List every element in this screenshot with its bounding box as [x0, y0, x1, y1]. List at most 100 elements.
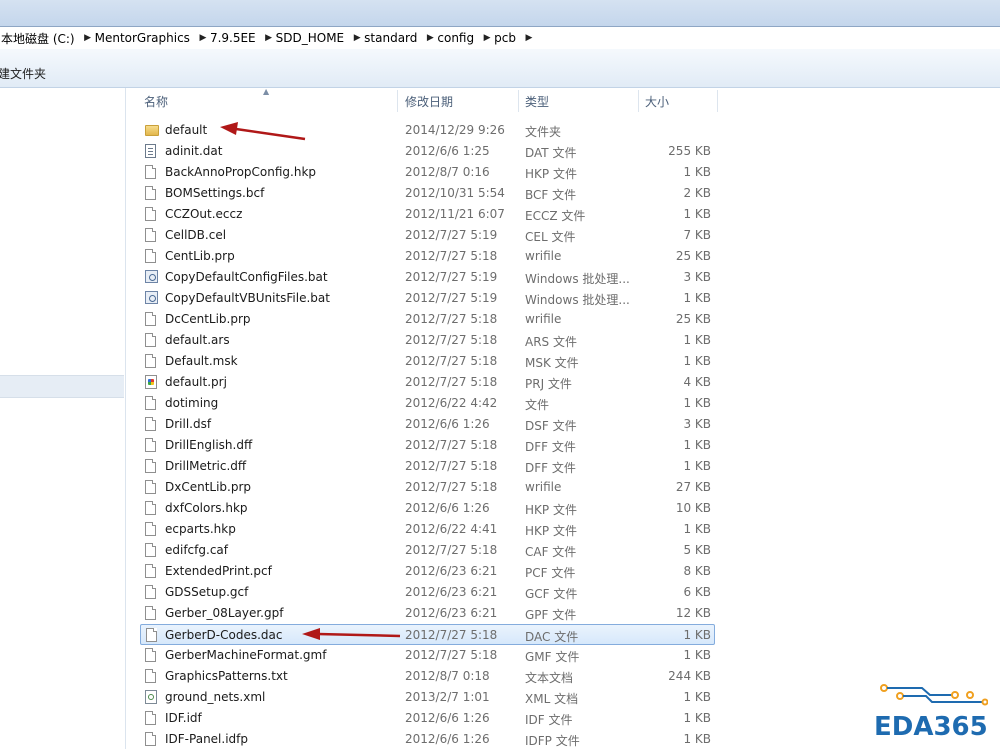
- breadcrumb-item[interactable]: 本地磁盘 (C:) ▶: [0, 30, 95, 47]
- breadcrumb-item[interactable]: MentorGraphics ▶: [95, 31, 210, 45]
- file-icon: [145, 186, 156, 200]
- file-row[interactable]: DrillMetric.dff 2012/7/27 5:18 DFF 文件 1 KB: [126, 456, 726, 477]
- file-size: 1 KB: [683, 207, 711, 221]
- file-row[interactable]: CopyDefaultVBUnitsFile.bat 2012/7/27 5:19…: [126, 288, 726, 309]
- file-row[interactable]: ecparts.hkp 2012/6/22 4:41 HKP 文件 1 KB: [126, 519, 726, 540]
- breadcrumb-label[interactable]: 7.9.5EE: [210, 31, 262, 45]
- file-name: IDF.idf: [165, 711, 202, 725]
- column-header-size[interactable]: 大小: [645, 88, 669, 114]
- column-header-type[interactable]: 类型: [525, 88, 549, 114]
- file-row[interactable]: BOMSettings.bcf 2012/10/31 5:54 BCF 文件 2 KB: [126, 183, 726, 204]
- column-divider[interactable]: [717, 90, 718, 112]
- breadcrumb-label[interactable]: SDD_HOME: [276, 31, 351, 45]
- file-name: ExtendedPrint.pcf: [165, 564, 272, 578]
- file-row[interactable]: Drill.dsf 2012/6/6 1:26 DSF 文件 3 KB: [126, 414, 726, 435]
- file-size: 3 KB: [683, 417, 711, 431]
- file-row[interactable]: CopyDefaultConfigFiles.bat 2012/7/27 5:19…: [126, 267, 726, 288]
- breadcrumb-item[interactable]: SDD_HOME ▶: [276, 31, 365, 45]
- file-type: wrifile: [525, 480, 562, 494]
- breadcrumb-label[interactable]: MentorGraphics: [95, 31, 196, 45]
- file-size: 25 KB: [675, 312, 711, 326]
- file-size: 25 KB: [675, 249, 711, 263]
- file-type: 文件: [525, 398, 550, 412]
- breadcrumb-chevron-icon[interactable]: ▶: [81, 33, 95, 43]
- file-size: 4 KB: [683, 375, 711, 389]
- file-icon: [145, 459, 156, 473]
- file-row[interactable]: ExtendedPrint.pcf 2012/6/23 6:21 PCF 文件 8 K…: [126, 561, 726, 582]
- file-row[interactable]: dotiming 2012/6/22 4:42 文件 1 KB: [126, 393, 726, 414]
- breadcrumb-label[interactable]: pcb: [494, 31, 522, 45]
- breadcrumb-chevron-icon[interactable]: ▶: [522, 33, 536, 43]
- file-row[interactable]: DcCentLib.prp 2012/7/27 5:18 wrifile 25 KB: [126, 309, 726, 330]
- file-icon: [145, 228, 156, 242]
- column-divider[interactable]: [518, 90, 519, 112]
- file-icon: [146, 628, 157, 642]
- file-row[interactable]: IDF.idf 2012/6/6 1:26 IDF 文件 1 KB: [126, 708, 726, 729]
- breadcrumb-item[interactable]: 7.9.5EE ▶: [210, 31, 276, 45]
- breadcrumb-chevron-icon[interactable]: ▶: [480, 33, 494, 43]
- file-type: ECCZ 文件: [525, 209, 586, 223]
- file-row[interactable]: CellDB.cel 2012/7/27 5:19 CEL 文件 7 KB: [126, 225, 726, 246]
- navigation-pane[interactable]: [0, 88, 126, 749]
- file-type: DAC 文件: [525, 630, 579, 644]
- file-name: Drill.dsf: [165, 417, 212, 431]
- file-type: DFF 文件: [525, 461, 576, 475]
- file-name: CCZOut.eccz: [165, 207, 243, 221]
- file-row-selected[interactable]: GerberD-Codes.dac 2012/7/27 5:18 DAC 文件 1 K…: [140, 624, 715, 645]
- file-row[interactable]: GraphicsPatterns.txt 2012/8/7 0:18 文本文档 244…: [126, 666, 726, 687]
- file-icon: [145, 165, 156, 179]
- breadcrumb-item[interactable]: standard ▶: [364, 31, 437, 45]
- new-folder-button[interactable]: 建文件夹: [0, 65, 46, 82]
- column-header-date[interactable]: 修改日期: [405, 88, 453, 114]
- file-modified-date: 2012/6/6 1:25: [405, 144, 490, 158]
- file-modified-date: 2012/7/27 5:18: [405, 249, 498, 263]
- file-row[interactable]: Gerber_08Layer.gpf 2012/6/23 6:21 GPF 文件 12…: [126, 603, 726, 624]
- breadcrumb-chevron-icon[interactable]: ▶: [423, 33, 437, 43]
- file-size: 2 KB: [683, 186, 711, 200]
- file-row[interactable]: GerberMachineFormat.gmf 2012/7/27 5:18 GMF…: [126, 645, 726, 666]
- file-row[interactable]: IDF-Panel.idfp 2012/6/6 1:26 IDFP 文件 1 KB: [126, 729, 726, 750]
- file-size: 1 KB: [683, 711, 711, 725]
- address-bar[interactable]: 本地磁盘 (C:) ▶ MentorGraphics ▶ 7.9.5EE ▶ SDD_HOM…: [0, 26, 1000, 50]
- breadcrumb-item[interactable]: pcb ▶: [494, 31, 536, 45]
- column-header-name[interactable]: 名称: [144, 88, 168, 114]
- breadcrumb-label[interactable]: 本地磁盘 (C:): [0, 30, 81, 47]
- file-type: XML 文档: [525, 692, 579, 706]
- breadcrumb-item[interactable]: config ▶: [437, 31, 494, 45]
- column-divider[interactable]: [638, 90, 639, 112]
- nav-selected-item[interactable]: [0, 375, 124, 398]
- file-row[interactable]: dxfColors.hkp 2012/6/6 1:26 HKP 文件 10 KB: [126, 498, 726, 519]
- breadcrumb-label[interactable]: config: [437, 31, 480, 45]
- file-size: 1 KB: [683, 354, 711, 368]
- file-list[interactable]: ▲ 名称 修改日期 类型 大小 default 2014/12/29 9:26 文件…: [126, 87, 1000, 750]
- file-name: edifcfg.caf: [165, 543, 228, 557]
- file-row[interactable]: DrillEnglish.dff 2012/7/27 5:18 DFF 文件 1 KB: [126, 435, 726, 456]
- file-row[interactable]: default.ars 2012/7/27 5:18 ARS 文件 1 KB: [126, 330, 726, 351]
- file-type: wrifile: [525, 312, 562, 326]
- file-row[interactable]: CCZOut.eccz 2012/11/21 6:07 ECCZ 文件 1 KB: [126, 204, 726, 225]
- breadcrumb-chevron-icon[interactable]: ▶: [350, 33, 364, 43]
- file-icon: [145, 732, 156, 746]
- file-size: 1 KB: [683, 396, 711, 410]
- breadcrumb-chevron-icon[interactable]: ▶: [262, 33, 276, 43]
- file-name: DrillMetric.dff: [165, 459, 247, 473]
- file-row[interactable]: ground_nets.xml 2013/2/7 1:01 XML 文档 1 KB: [126, 687, 726, 708]
- file-row[interactable]: BackAnnoPropConfig.hkp 2012/8/7 0:16 HKP 文…: [126, 162, 726, 183]
- file-row[interactable]: GDSSetup.gcf 2012/6/23 6:21 GCF 文件 6 KB: [126, 582, 726, 603]
- file-type: BCF 文件: [525, 188, 577, 202]
- file-row[interactable]: adinit.dat 2012/6/6 1:25 DAT 文件 255 KB: [126, 141, 726, 162]
- file-type: MSK 文件: [525, 356, 579, 370]
- file-row[interactable]: DxCentLib.prp 2012/7/27 5:18 wrifile 27 KB: [126, 477, 726, 498]
- file-type: wrifile: [525, 249, 562, 263]
- file-row[interactable]: CentLib.prp 2012/7/27 5:18 wrifile 25 KB: [126, 246, 726, 267]
- file-row[interactable]: Default.msk 2012/7/27 5:18 MSK 文件 1 KB: [126, 351, 726, 372]
- file-row[interactable]: default.prj 2012/7/27 5:18 PRJ 文件 4 KB: [126, 372, 726, 393]
- column-divider[interactable]: [397, 90, 398, 112]
- file-row[interactable]: default 2014/12/29 9:26 文件夹: [126, 120, 726, 141]
- breadcrumb-label[interactable]: standard: [364, 31, 423, 45]
- file-icon: [145, 543, 156, 557]
- file-icon: [145, 711, 156, 725]
- breadcrumb-chevron-icon[interactable]: ▶: [196, 33, 210, 43]
- file-row[interactable]: edifcfg.caf 2012/7/27 5:18 CAF 文件 5 KB: [126, 540, 726, 561]
- project-file-icon: [145, 375, 157, 389]
